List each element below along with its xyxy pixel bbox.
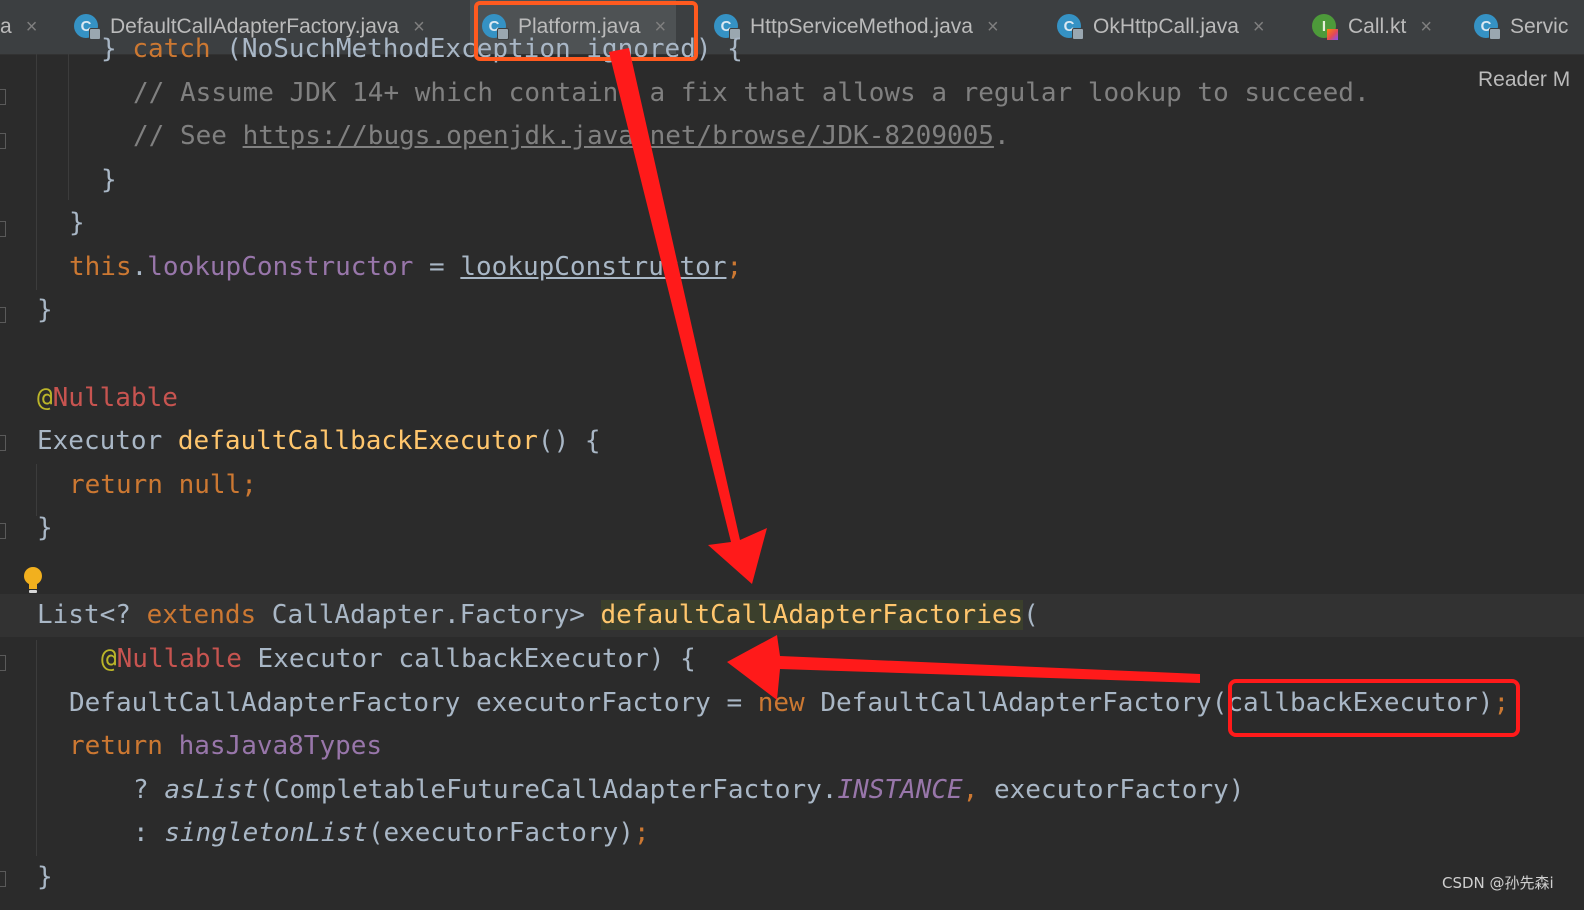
code-line-brace: } — [101, 165, 117, 195]
code-line-callback-executor-param: @Nullable Executor callbackExecutor) { — [101, 644, 696, 674]
code-line-brace: } — [37, 862, 53, 892]
code-line-brace: } — [37, 513, 53, 543]
code-line-comment-see: // See https://bugs.openjdk.java.net/bro… — [133, 121, 1010, 151]
reader-mode-button[interactable]: Reader M — [1478, 68, 1570, 92]
code-line-lookup-assign: this.lookupConstructor = lookupConstruct… — [69, 252, 743, 282]
code-line-return-has-java8: return hasJava8Types — [69, 731, 383, 761]
code-line-return-null: return null; — [69, 470, 257, 500]
code-line-executor-factory: DefaultCallAdapterFactory executorFactor… — [69, 688, 1510, 718]
code-line-catch: } catch (NoSuchMethodException ignored) … — [101, 34, 743, 64]
code-line-default-callback-executor: Executor defaultCallbackExecutor() { — [37, 426, 601, 456]
code-line-brace: } — [69, 208, 85, 238]
code-line-comment-jdk14: // Assume JDK 14+ which contains a fix t… — [133, 78, 1370, 108]
watermark: CSDN @孙先森i — [1442, 874, 1554, 892]
lightbulb-icon[interactable] — [22, 566, 44, 596]
code-line-as-list: ? asList(CompletableFutureCallAdapterFac… — [133, 775, 1245, 805]
bug-link[interactable]: https://bugs.openjdk.java.net/browse/JDK… — [243, 121, 994, 151]
code-line-brace: } — [37, 295, 53, 325]
code-line-default-call-adapter-factories: List<? extends CallAdapter.Factory> defa… — [0, 594, 1584, 637]
code-line-singleton-list: : singletonList(executorFactory); — [133, 818, 650, 848]
code-line-nullable: @Nullable — [37, 383, 178, 413]
